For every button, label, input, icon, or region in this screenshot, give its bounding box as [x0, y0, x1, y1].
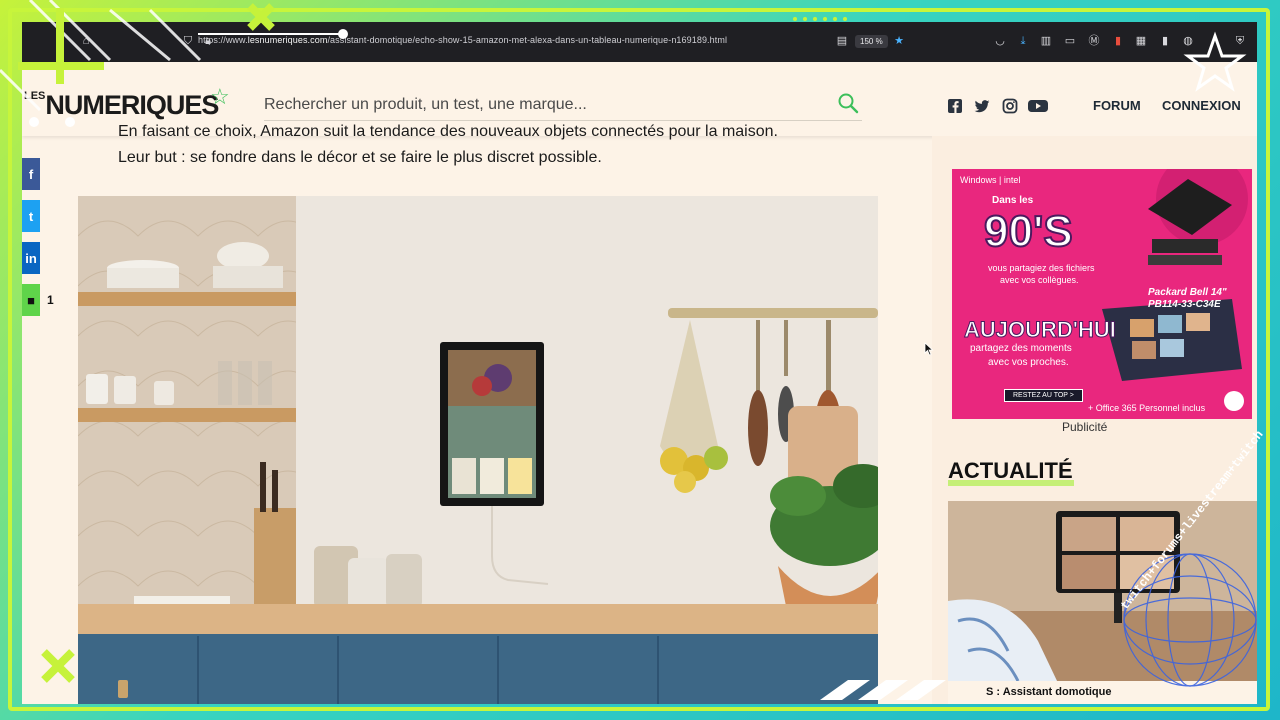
stream-overlay: [0, 0, 1257, 700]
